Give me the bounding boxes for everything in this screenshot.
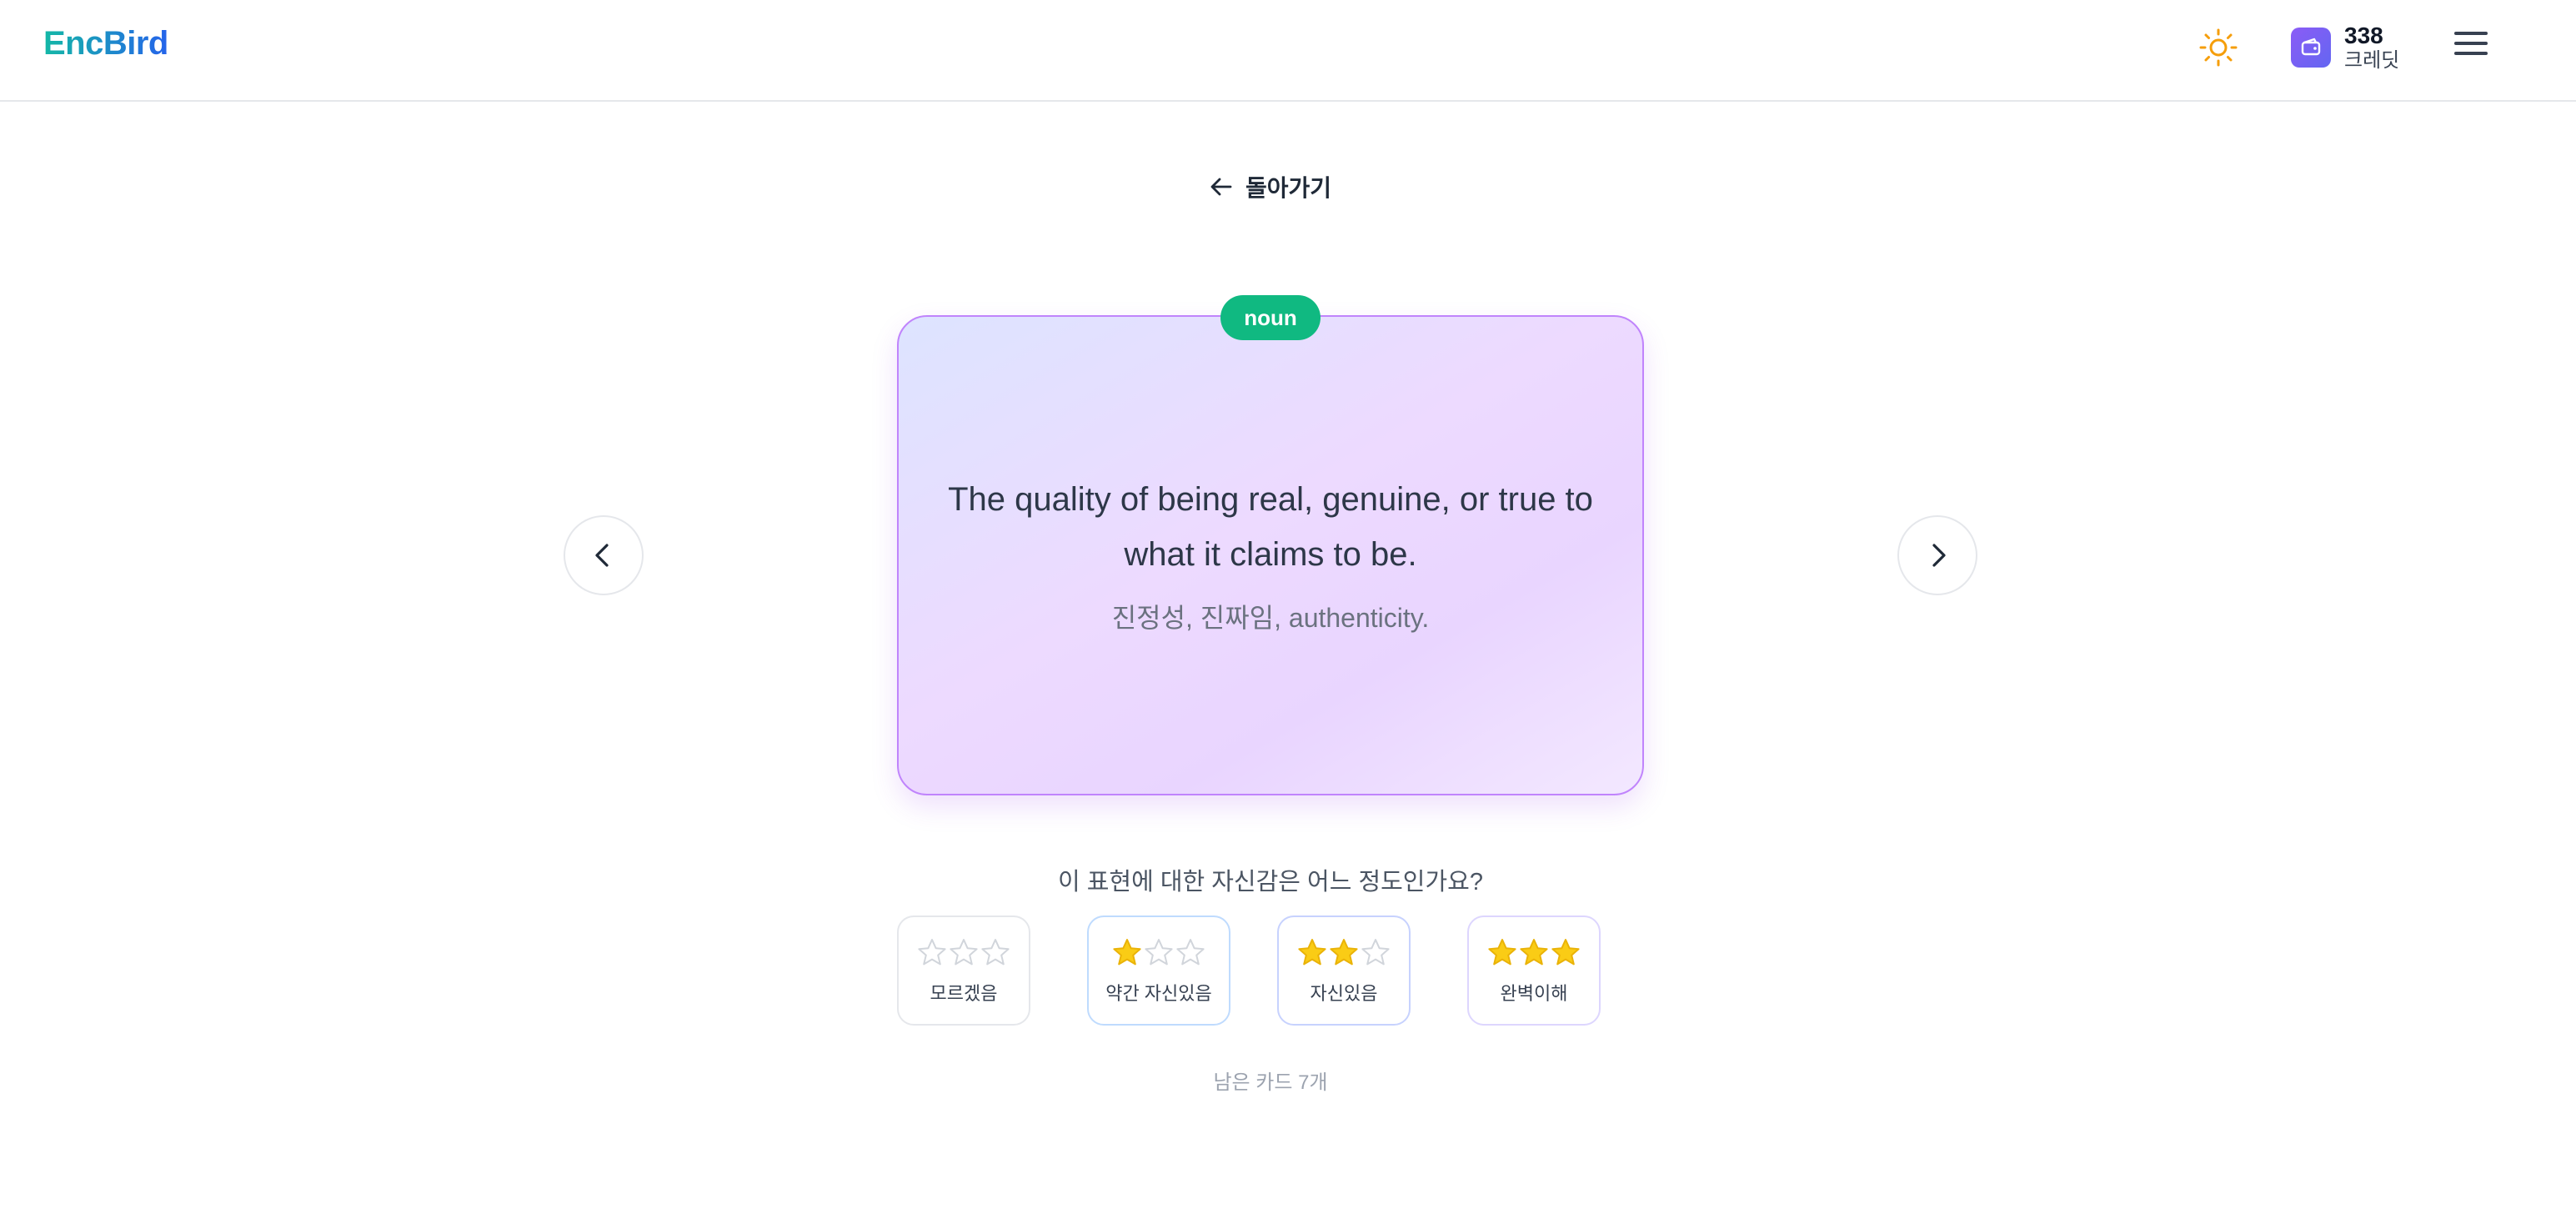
star-rating xyxy=(1297,936,1391,969)
rating-label: 자신있음 xyxy=(1310,983,1378,1004)
star-outline-icon xyxy=(1145,939,1173,966)
star-filled-icon xyxy=(1551,939,1580,966)
confidence-question: 이 표현에 대한 자신감은 어느 정도인가요? xyxy=(1058,869,1483,895)
remaining-cards-count: 남은 카드 7개 xyxy=(1213,1071,1328,1094)
rating-button-unknown[interactable]: 모르겠음 xyxy=(897,915,1030,1026)
star-rating xyxy=(917,936,1010,969)
chevron-right-icon xyxy=(1932,544,1946,567)
rating-label: 약간 자신있음 xyxy=(1105,983,1212,1004)
star-outline-icon xyxy=(1176,939,1205,966)
wallet-icon xyxy=(2291,28,2331,68)
hamburger-menu-icon[interactable] xyxy=(2454,32,2488,58)
previous-card-button[interactable] xyxy=(564,515,644,595)
rating-button-slightly-confident[interactable]: 약간 자신있음 xyxy=(1087,915,1230,1026)
rating-label: 완벽이해 xyxy=(1500,983,1568,1004)
credit-amount: 338 xyxy=(2344,23,2383,49)
next-card-button[interactable] xyxy=(1897,515,1977,595)
arrow-left-icon xyxy=(1210,178,1232,196)
star-filled-icon xyxy=(1113,939,1141,966)
card-definition: The quality of being real, genuine, or t… xyxy=(948,481,1593,573)
star-outline-icon xyxy=(950,939,978,966)
star-rating xyxy=(1487,936,1581,969)
rating-button-perfect[interactable]: 완벽이해 xyxy=(1467,915,1601,1026)
back-link[interactable]: 돌아가기 xyxy=(1209,170,1331,203)
top-header: EncBird 338 크레딧 xyxy=(0,0,2576,102)
app-logo[interactable]: EncBird xyxy=(43,25,168,63)
theme-toggle-sun-icon[interactable] xyxy=(2198,27,2239,68)
star-filled-icon xyxy=(1330,939,1358,966)
star-filled-icon xyxy=(1520,939,1548,966)
credit-label: 크레딧 xyxy=(2344,49,2400,73)
card-translation: 진정성, 진짜임, authenticity. xyxy=(1111,603,1430,633)
star-filled-icon xyxy=(1298,939,1326,966)
star-outline-icon xyxy=(918,939,946,966)
rating-button-confident[interactable]: 자신있음 xyxy=(1277,915,1411,1026)
back-label: 돌아가기 xyxy=(1245,175,1332,201)
rating-label: 모르겠음 xyxy=(930,983,998,1004)
part-of-speech-badge: noun xyxy=(1220,295,1321,340)
star-outline-icon xyxy=(1361,939,1390,966)
star-filled-icon xyxy=(1488,939,1516,966)
chevron-left-icon xyxy=(595,544,609,567)
star-outline-icon xyxy=(981,939,1010,966)
credit-balance[interactable]: 338 크레딧 xyxy=(2291,18,2399,77)
star-rating xyxy=(1112,936,1205,969)
